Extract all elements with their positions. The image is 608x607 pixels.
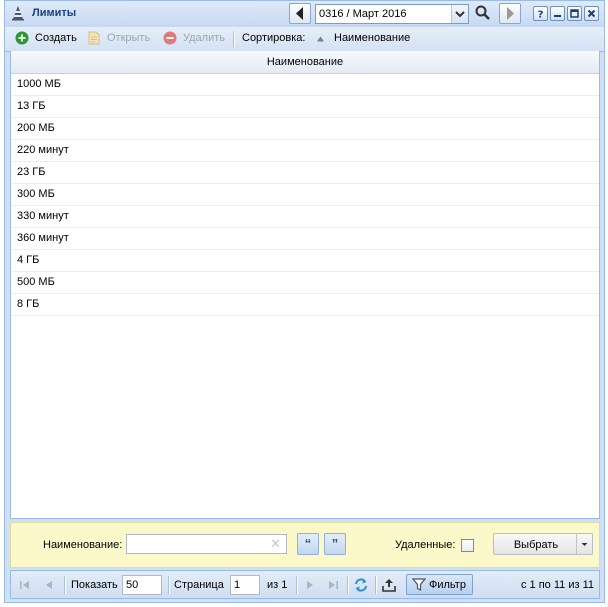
filter-panel: Наименование: ✕ “ ” Удаленные: Выбрать bbox=[10, 522, 600, 568]
paging-separator bbox=[296, 576, 298, 594]
delete-button[interactable]: Удалить bbox=[161, 27, 231, 51]
page-label: Страница bbox=[174, 579, 224, 591]
close-button[interactable] bbox=[584, 6, 599, 21]
table-row[interactable]: 220 минут bbox=[11, 140, 599, 162]
create-button[interactable]: Создать bbox=[13, 27, 79, 51]
column-header-name[interactable]: Наименование bbox=[11, 51, 599, 74]
open-quote-icon: “ bbox=[304, 536, 312, 551]
page-size-value: 50 bbox=[126, 579, 139, 591]
name-filter-input[interactable]: ✕ bbox=[126, 534, 287, 554]
open-quote-button[interactable]: “ bbox=[297, 533, 319, 555]
refresh-icon[interactable] bbox=[353, 577, 369, 593]
period-select[interactable]: 0316 / Март 2016 bbox=[315, 4, 469, 24]
minus-circle-icon bbox=[163, 31, 177, 45]
sort-ascending-icon bbox=[317, 36, 324, 42]
table-row[interactable]: 13 ГБ bbox=[11, 96, 599, 118]
svg-text:?: ? bbox=[538, 10, 544, 21]
select-button[interactable]: Выбрать bbox=[493, 533, 593, 555]
next-page-icon[interactable] bbox=[302, 577, 318, 593]
toolbar-separator bbox=[233, 31, 235, 47]
help-button[interactable]: ? bbox=[533, 6, 548, 21]
deleted-filter-label: Удаленные: bbox=[395, 539, 456, 551]
table-row[interactable]: 200 МБ bbox=[11, 118, 599, 140]
period-dropdown-trigger[interactable] bbox=[451, 5, 468, 23]
filter-toggle-button[interactable]: Фильтр bbox=[406, 574, 473, 595]
cone-icon bbox=[12, 6, 24, 21]
delete-label: Удалить bbox=[183, 32, 225, 44]
limits-grid: Наименование 1000 МБ 13 ГБ 200 МБ 220 минут… bbox=[10, 51, 600, 519]
funnel-icon bbox=[412, 578, 426, 591]
name-filter-label: Наименование: bbox=[43, 539, 123, 551]
sort-label: Сортировка: bbox=[242, 32, 306, 44]
close-quote-icon: ” bbox=[331, 536, 339, 551]
search-icon bbox=[475, 5, 490, 20]
first-page-icon[interactable] bbox=[17, 577, 33, 593]
sort-field-label: Наименование bbox=[334, 32, 411, 44]
paging-separator bbox=[375, 576, 377, 594]
sort-field-button[interactable]: Наименование bbox=[313, 27, 413, 51]
minimize-button[interactable] bbox=[550, 6, 565, 21]
page-number-value: 1 bbox=[234, 579, 241, 591]
create-label: Создать bbox=[35, 32, 77, 44]
previous-period-button[interactable] bbox=[289, 3, 311, 24]
close-icon bbox=[587, 9, 596, 18]
show-label: Показать bbox=[71, 579, 118, 591]
paging-toolbar: Показать 50 Страница 1 из 1 Фильтр с 1 п… bbox=[10, 570, 600, 599]
clear-icon[interactable]: ✕ bbox=[270, 536, 281, 552]
grid-body: 1000 МБ 13 ГБ 200 МБ 220 минут 23 ГБ 300 МБ 33… bbox=[11, 74, 599, 316]
maximize-icon bbox=[570, 9, 579, 18]
limits-window: Лимиты 0316 / Март 2016 ? Создать Открыт… bbox=[4, 0, 605, 603]
page-number-input[interactable]: 1 bbox=[230, 575, 260, 595]
table-row[interactable]: 360 минут bbox=[11, 228, 599, 250]
table-row[interactable]: 300 МБ bbox=[11, 184, 599, 206]
chevron-down-icon bbox=[581, 543, 588, 546]
previous-page-icon[interactable] bbox=[41, 577, 57, 593]
deleted-checkbox[interactable] bbox=[461, 539, 474, 552]
paging-separator bbox=[168, 576, 170, 594]
table-row[interactable]: 4 ГБ bbox=[11, 250, 599, 272]
table-row[interactable]: 500 МБ bbox=[11, 272, 599, 294]
paging-separator bbox=[64, 576, 66, 594]
last-page-icon[interactable] bbox=[325, 577, 341, 593]
page-size-input[interactable]: 50 bbox=[122, 575, 162, 595]
title-bar: Лимиты 0316 / Март 2016 ? bbox=[5, 1, 604, 27]
arrow-left-icon bbox=[296, 7, 303, 20]
help-icon: ? bbox=[538, 10, 544, 21]
export-icon[interactable] bbox=[381, 577, 397, 593]
page-count: из 1 bbox=[267, 579, 288, 591]
table-row[interactable]: 8 ГБ bbox=[11, 294, 599, 316]
records-summary: с 1 по 11 из 11 bbox=[521, 579, 594, 591]
table-row[interactable]: 330 минут bbox=[11, 206, 599, 228]
maximize-button[interactable] bbox=[567, 6, 582, 21]
minimize-icon bbox=[554, 15, 561, 17]
open-button[interactable]: Открыть bbox=[85, 27, 155, 51]
table-row[interactable]: 1000 МБ bbox=[11, 74, 599, 96]
search-period-button[interactable] bbox=[472, 3, 494, 24]
window-title: Лимиты bbox=[32, 7, 77, 19]
toolbar: Создать Открыть Удалить Сортировка: Наим… bbox=[5, 27, 604, 52]
arrow-right-icon bbox=[507, 7, 514, 20]
select-menu-trigger[interactable] bbox=[576, 534, 592, 554]
document-icon bbox=[88, 31, 100, 45]
period-value: 0316 / Март 2016 bbox=[319, 8, 407, 20]
filter-toggle-label: Фильтр bbox=[429, 579, 466, 591]
table-row[interactable]: 23 ГБ bbox=[11, 162, 599, 184]
select-button-label: Выбрать bbox=[513, 539, 559, 551]
open-label: Открыть bbox=[107, 32, 151, 44]
paging-separator bbox=[347, 576, 349, 594]
plus-circle-icon bbox=[15, 31, 29, 45]
close-quote-button[interactable]: ” bbox=[324, 533, 346, 555]
next-period-button[interactable] bbox=[499, 3, 521, 24]
chevron-down-icon bbox=[455, 11, 465, 18]
